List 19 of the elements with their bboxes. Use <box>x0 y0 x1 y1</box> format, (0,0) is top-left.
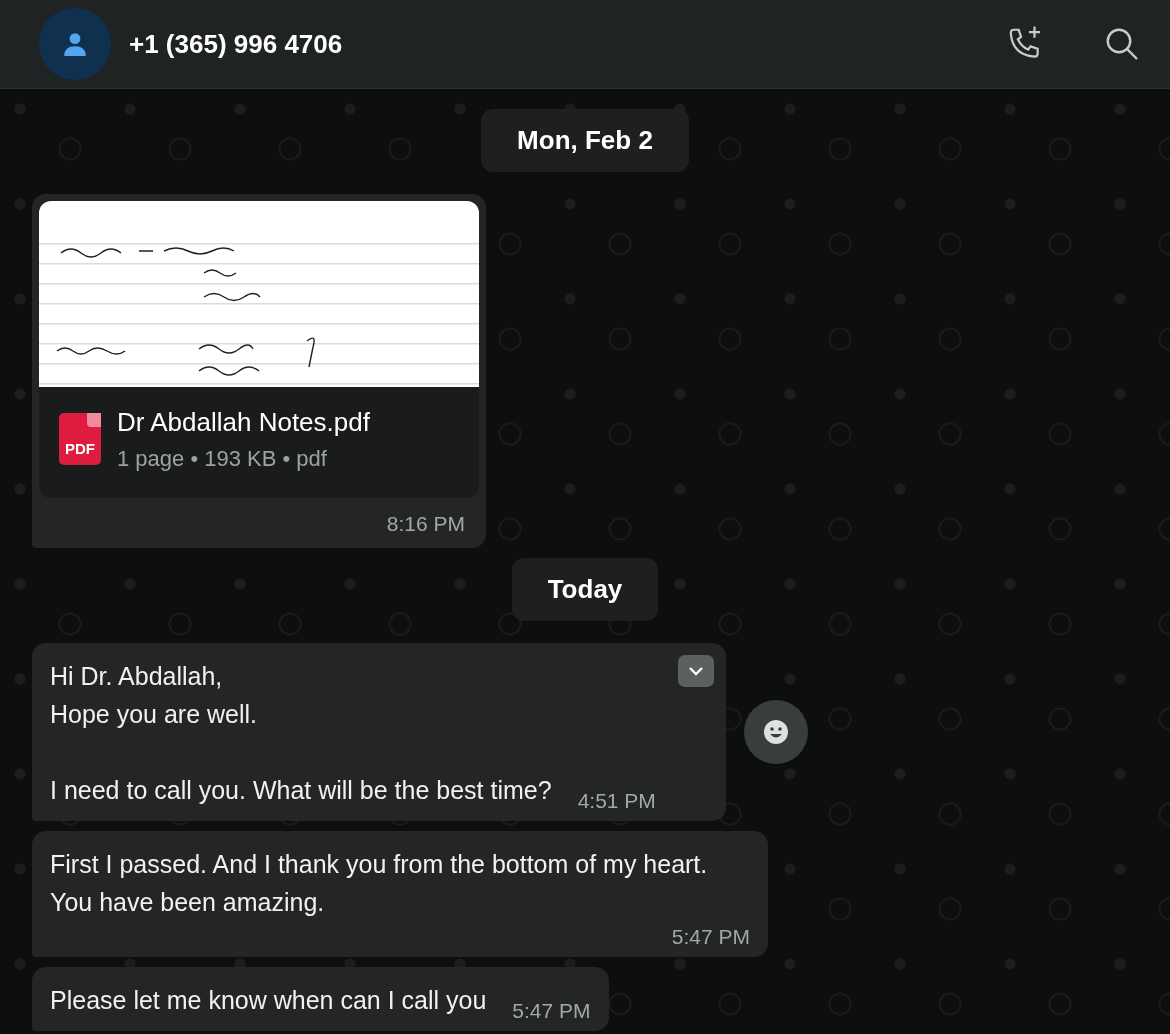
search-icon <box>1104 26 1140 62</box>
date-chip: Today <box>511 558 659 621</box>
message-time: 8:16 PM <box>386 512 465 536</box>
message-time: 5:47 PM <box>670 925 750 949</box>
document-card[interactable]: PDF Dr Abdallah Notes.pdf 1 page • 193 KB • pdf <box>39 201 479 498</box>
message-time: 5:47 PM <box>511 999 591 1023</box>
message-menu-button[interactable] <box>677 655 714 687</box>
pdf-file-icon: PDF <box>59 413 101 465</box>
chevron-down-icon <box>687 666 704 676</box>
date-chip: Mon, Feb 2 <box>481 109 689 172</box>
file-name: Dr Abdallah Notes.pdf <box>117 407 370 438</box>
message-time: 4:51 PM <box>576 789 656 813</box>
person-icon <box>62 31 88 57</box>
message-text: Please let me know when can I call you <box>50 985 487 1016</box>
message-text: Hi Dr. Abdallah, Hope you are well. I need to call you. What will be the best time? <box>50 661 552 806</box>
smiley-icon <box>761 718 790 746</box>
message-text: First I passed. And I thank you from the bottom of my heart. You have been amazing. <box>50 849 709 918</box>
file-details: 1 page • 193 KB • pdf <box>117 446 328 472</box>
contact-name: +1 (365) 996 4706 <box>129 28 344 60</box>
